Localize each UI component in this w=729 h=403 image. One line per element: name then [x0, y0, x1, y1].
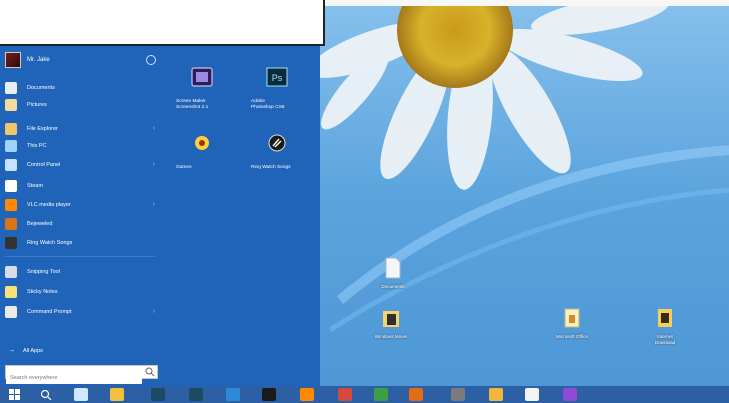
- start-menu-left-pane: Mr. Jake Documents Pictures File Explorer ›…: [0, 46, 160, 386]
- tile-label: Games: [176, 165, 192, 170]
- divider: [5, 256, 155, 257]
- start-menu-item-label: This PC: [27, 143, 47, 149]
- start-menu-item-label: Control Panel: [27, 162, 61, 168]
- user-name: Mr. Jake: [27, 57, 50, 63]
- user-account[interactable]: Mr. Jake: [5, 52, 50, 68]
- purple-app-icon[interactable]: [563, 388, 577, 401]
- download-folder-icon: [658, 309, 672, 327]
- photoshop-icon: Ps: [266, 67, 288, 87]
- start-menu-item-label: Command Prompt: [27, 309, 72, 315]
- start-menu-item[interactable]: This PC: [5, 138, 155, 154]
- start-menu-item-label: Pictures: [27, 102, 47, 108]
- power-icon[interactable]: [146, 55, 156, 65]
- bejeweled-icon: [5, 218, 17, 230]
- all-apps-button[interactable]: → All Apps: [8, 347, 43, 354]
- start-menu-item[interactable]: Documents: [5, 80, 155, 96]
- start-menu-item[interactable]: File Explorer ›: [5, 121, 155, 137]
- office-folder-icon: [564, 308, 580, 328]
- tile-photoshop[interactable]: Ps Adobe Photoshop CS6: [241, 52, 314, 116]
- photoshop-icon[interactable]: [151, 388, 165, 401]
- movie-folder-icon: [383, 311, 399, 327]
- snipping-tool-icon: [5, 266, 17, 278]
- start-menu: Mr. Jake Documents Pictures File Explorer ›…: [0, 46, 320, 386]
- tools-icon[interactable]: [451, 388, 465, 401]
- start-menu-item[interactable]: Control Panel ›: [5, 157, 155, 173]
- chrome-icon[interactable]: [110, 388, 124, 401]
- desktop-icon-documents[interactable]: Documents: [376, 257, 410, 290]
- this-pc-icon: [5, 140, 17, 152]
- start-menu-item-label: File Explorer: [27, 126, 58, 132]
- start-menu-item-label: Snipping Tool: [27, 269, 60, 275]
- chevron-right-icon[interactable]: ›: [153, 308, 155, 315]
- photoshop-icon[interactable]: [189, 388, 203, 401]
- chevron-right-icon[interactable]: ›: [153, 161, 155, 168]
- steam-green-icon[interactable]: [374, 388, 388, 401]
- sticky-notes-icon: [5, 286, 17, 298]
- tile-games[interactable]: Games: [166, 118, 239, 182]
- search-icon[interactable]: [145, 367, 155, 377]
- search-input[interactable]: [6, 372, 142, 384]
- desktop-icon-windows-movie[interactable]: Windows Movie: [374, 307, 408, 340]
- start-menu-item-label: VLC media player: [27, 202, 71, 208]
- steam-icon: [5, 180, 17, 192]
- documents-icon: [5, 82, 17, 94]
- top-left-panel: [0, 0, 325, 46]
- start-menu-item[interactable]: Pictures: [5, 97, 155, 113]
- start-menu-item-label: Steam: [27, 183, 43, 189]
- start-menu-item[interactable]: Bejeweled: [5, 216, 155, 232]
- avatar: [5, 52, 21, 68]
- start-menu-item-label: Documents: [27, 85, 55, 91]
- search-box[interactable]: [5, 365, 158, 384]
- screen-maker-icon: [191, 67, 213, 87]
- desktop-icon-microsoft-office[interactable]: Microsoft Office: [555, 307, 589, 340]
- start-menu-item[interactable]: Ring Watch Songs: [5, 235, 155, 251]
- pictures-icon: [5, 99, 17, 111]
- start-menu-item[interactable]: Snipping Tool: [5, 264, 155, 280]
- search-icon[interactable]: [39, 388, 53, 401]
- games-icon: [195, 136, 209, 150]
- ring-watch-icon: [5, 237, 17, 249]
- start-menu-item[interactable]: Sticky Notes: [5, 284, 155, 300]
- start-menu-item-label: Ring Watch Songs: [27, 240, 73, 246]
- yellow-app-icon[interactable]: [489, 388, 503, 401]
- command-prompt-icon: [5, 306, 17, 318]
- document-file-icon: [385, 257, 401, 279]
- desktop-icon-label: Documents: [381, 284, 405, 289]
- desktop-icon-label: Windows Movie: [374, 334, 408, 339]
- start-icon[interactable]: [8, 388, 22, 401]
- explorer-icon[interactable]: [226, 388, 240, 401]
- desktop-icon-label: Microsoft Office: [556, 334, 588, 339]
- tile-ring-watch[interactable]: Ring Watch Songs: [241, 118, 314, 182]
- firefox-icon[interactable]: [409, 388, 423, 401]
- steam-icon[interactable]: [262, 388, 276, 401]
- control-panel-icon: [5, 159, 17, 171]
- desktop-icon-label: Internet Download: [654, 334, 676, 345]
- notepad-icon[interactable]: [525, 388, 539, 401]
- svg-text:Ps: Ps: [272, 73, 283, 83]
- ring-watch-tile-icon: [268, 134, 286, 152]
- chevron-right-icon[interactable]: ›: [153, 125, 155, 132]
- vlc-icon[interactable]: [300, 388, 314, 401]
- desktop-screen: Mr. Jake Documents Pictures File Explorer ›…: [0, 0, 729, 403]
- start-menu-item[interactable]: Command Prompt ›: [5, 304, 155, 320]
- task-view-icon[interactable]: [74, 388, 88, 401]
- taskbar: [0, 386, 729, 403]
- paint-icon[interactable]: [338, 388, 352, 401]
- vlc-icon: [5, 199, 17, 211]
- tile-label: Ring Watch Songs: [251, 165, 291, 170]
- desktop-icon-internet-download[interactable]: Internet Download: [648, 307, 682, 346]
- chevron-right-icon[interactable]: ›: [153, 201, 155, 208]
- tile-screen-maker[interactable]: Screen Maker Screenshot 2.1: [166, 52, 239, 116]
- start-menu-item[interactable]: VLC media player ›: [5, 197, 155, 213]
- start-menu-item[interactable]: Steam: [5, 178, 155, 194]
- tile-label: Screen Maker Screenshot 2.1: [176, 99, 209, 110]
- arrow-right-icon: →: [8, 347, 15, 354]
- start-menu-item-label: Bejeweled: [27, 221, 53, 227]
- all-apps-label: All Apps: [23, 347, 43, 354]
- start-menu-item-label: Sticky Notes: [27, 289, 58, 295]
- tile-label: Adobe Photoshop CS6: [251, 99, 285, 110]
- file-explorer-icon: [5, 123, 17, 135]
